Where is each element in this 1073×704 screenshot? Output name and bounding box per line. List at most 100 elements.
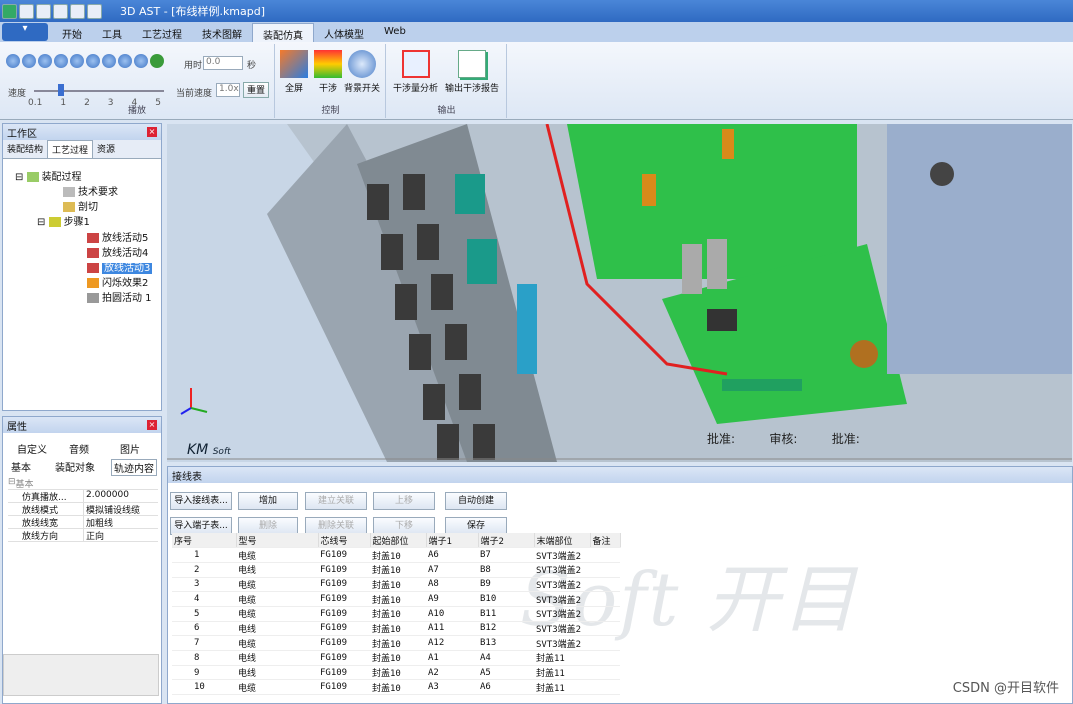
tree-item-circle1[interactable]: 拍圆活动 1 [87,289,152,304]
rewind-icon[interactable] [38,54,52,68]
col-core[interactable]: 芯线号 [318,533,371,549]
report-label: 输出干涉报告 [445,84,500,94]
table-cell: FG109 [318,562,370,578]
table-row[interactable]: 3 电缆 FG109 封盖10 A8 B9 SVT3端盖2 [172,577,620,593]
table-cell: FG109 [318,679,370,696]
table-row[interactable]: 4 电缆 FG109 封盖10 A9 B10 SVT3端盖2 [172,591,620,607]
tab-assembly-object[interactable]: 装配对象 [55,459,95,474]
tab-process[interactable]: 工艺过程 [132,23,192,42]
tab-basic[interactable]: 基本 [11,459,31,474]
reset-button[interactable]: 重置 [243,82,269,98]
tab-resources[interactable]: 资源 [93,140,119,158]
close-icon[interactable]: × [147,420,157,430]
tree-item-requirements[interactable]: 技术要求 [63,183,118,198]
redo-icon[interactable] [87,3,102,19]
tab-start[interactable]: 开始 [52,23,92,42]
forward-icon[interactable] [102,54,116,68]
analysis-button[interactable]: 干涉量分析 [393,50,438,94]
add-button[interactable]: 增加 [238,492,298,510]
table-row[interactable]: 10 电缆 FG109 封盖10 A3 A6 封盖11 [172,679,620,696]
undo-icon[interactable] [70,3,85,19]
table-row[interactable]: 6 电线 FG109 封盖10 A11 B12 SVT3端盖2 [172,621,620,637]
property-row[interactable]: 放线线宽 加粗线 [8,516,158,529]
table-cell: B8 [478,562,534,578]
table-cell: SVT3端盖2 [534,606,590,622]
prev-step-icon[interactable] [22,54,36,68]
property-value[interactable]: 正向 [84,529,104,542]
tab-trajectory[interactable]: 轨迹内容 [111,459,157,476]
bgm-button[interactable]: 背景开关 [344,50,380,94]
property-row[interactable]: 仿真播放... 2.000000 [8,490,158,503]
stop-icon[interactable] [70,54,84,68]
wire-icon [87,233,99,243]
km-logo: KM Soft [187,442,231,458]
table-row[interactable]: 8 电线 FG109 封盖10 A1 A4 封盖11 [172,650,620,666]
tab-illustration[interactable]: 技术图解 [192,23,252,42]
tab-audio[interactable]: 音频 [69,441,89,456]
table-cell: A6 [478,679,534,696]
app-menu-button[interactable]: ▾ [2,23,48,41]
flash-icon [87,278,99,288]
current-speed-input[interactable]: 1.0x [216,83,240,97]
tree-item-assembly[interactable]: ⊟ 装配过程 [15,168,82,183]
table-cell: 封盖11 [534,665,590,681]
move-up-button[interactable]: 上移 [373,492,435,510]
tab-web[interactable]: Web [374,23,416,42]
new-icon[interactable] [19,3,34,19]
tab-human-model[interactable]: 人体模型 [314,23,374,42]
table-row[interactable]: 9 电线 FG109 封盖10 A2 A5 封盖11 [172,665,620,681]
import-wiring-button[interactable]: 导入接线表... [170,492,232,510]
open-icon[interactable] [36,3,51,19]
tree-item-flash2[interactable]: 闪烁效果2 [87,274,148,289]
tab-assembly-structure[interactable]: 装配结构 [3,140,47,158]
col-terminal2[interactable]: 端子2 [478,533,535,549]
property-row[interactable]: 放线模式 模拟铺设线缆 [8,503,158,516]
fullscreen-button[interactable]: 全屏 [280,50,308,94]
tree-item-wire4[interactable]: 放线活动4 [87,244,148,259]
speed-slider-thumb[interactable] [58,84,64,96]
tab-assembly-sim[interactable]: 装配仿真 [252,23,314,42]
last-icon[interactable] [134,54,148,68]
close-icon[interactable]: × [147,127,157,137]
tab-tools[interactable]: 工具 [92,23,132,42]
tree-item-wire5[interactable]: 放线活动5 [87,229,148,244]
3d-viewport[interactable]: 批准: 审核: 批准: KM Soft [167,124,1072,462]
tree-item-step1[interactable]: ⊟ 步骤1 [37,213,90,228]
stamp-text: 批准: [831,432,860,446]
table-row[interactable]: 2 电线 FG109 封盖10 A7 B8 SVT3端盖2 [172,562,620,578]
report-button[interactable]: 输出干涉报告 [445,50,499,94]
table-row[interactable]: 1 电缆 FG109 封盖10 A6 B7 SVT3端盖2 [172,547,620,563]
speed-slider[interactable] [34,90,164,92]
tree-item-wire3[interactable]: 放线活动3 [87,259,153,274]
create-link-button[interactable]: 建立关联 [305,492,367,510]
back-icon[interactable] [54,54,68,68]
app-icon[interactable] [2,3,17,19]
tab-process-flow[interactable]: 工艺过程 [47,140,94,158]
col-start[interactable]: 起始部位 [370,533,427,549]
table-cell: FG109 [318,621,370,637]
loop-icon[interactable] [150,54,164,68]
time-input[interactable]: 0.0 [203,56,243,70]
save-icon[interactable] [53,3,68,19]
property-row[interactable]: 放线方向 正向 [8,529,158,542]
tab-custom[interactable]: 自定义 [17,441,47,456]
property-value[interactable]: 加粗线 [84,516,113,529]
interfere-button[interactable]: 干涉 [314,50,342,94]
table-row[interactable]: 7 电缆 FG109 封盖10 A12 B13 SVT3端盖2 [172,635,620,651]
tab-image[interactable]: 图片 [120,441,140,456]
first-icon[interactable] [6,54,20,68]
table-row[interactable]: 5 电缆 FG109 封盖10 A10 B11 SVT3端盖2 [172,606,620,622]
col-terminal1[interactable]: 端子1 [426,533,479,549]
play-icon[interactable] [86,54,100,68]
auto-create-button[interactable]: 自动创建 [445,492,507,510]
property-value[interactable]: 2.000000 [84,490,129,502]
col-index[interactable]: 序号 [172,533,237,549]
col-model[interactable]: 型号 [236,533,319,549]
next-step-icon[interactable] [118,54,132,68]
col-remark[interactable]: 备注 [590,533,621,549]
col-end[interactable]: 末端部位 [534,533,591,549]
tree-item-section[interactable]: 剖切 [63,198,98,213]
property-value[interactable]: 模拟铺设线缆 [84,503,140,516]
properties-header: 属性 × [3,417,161,433]
title-block: 批准: 审核: 批准: [707,430,860,447]
